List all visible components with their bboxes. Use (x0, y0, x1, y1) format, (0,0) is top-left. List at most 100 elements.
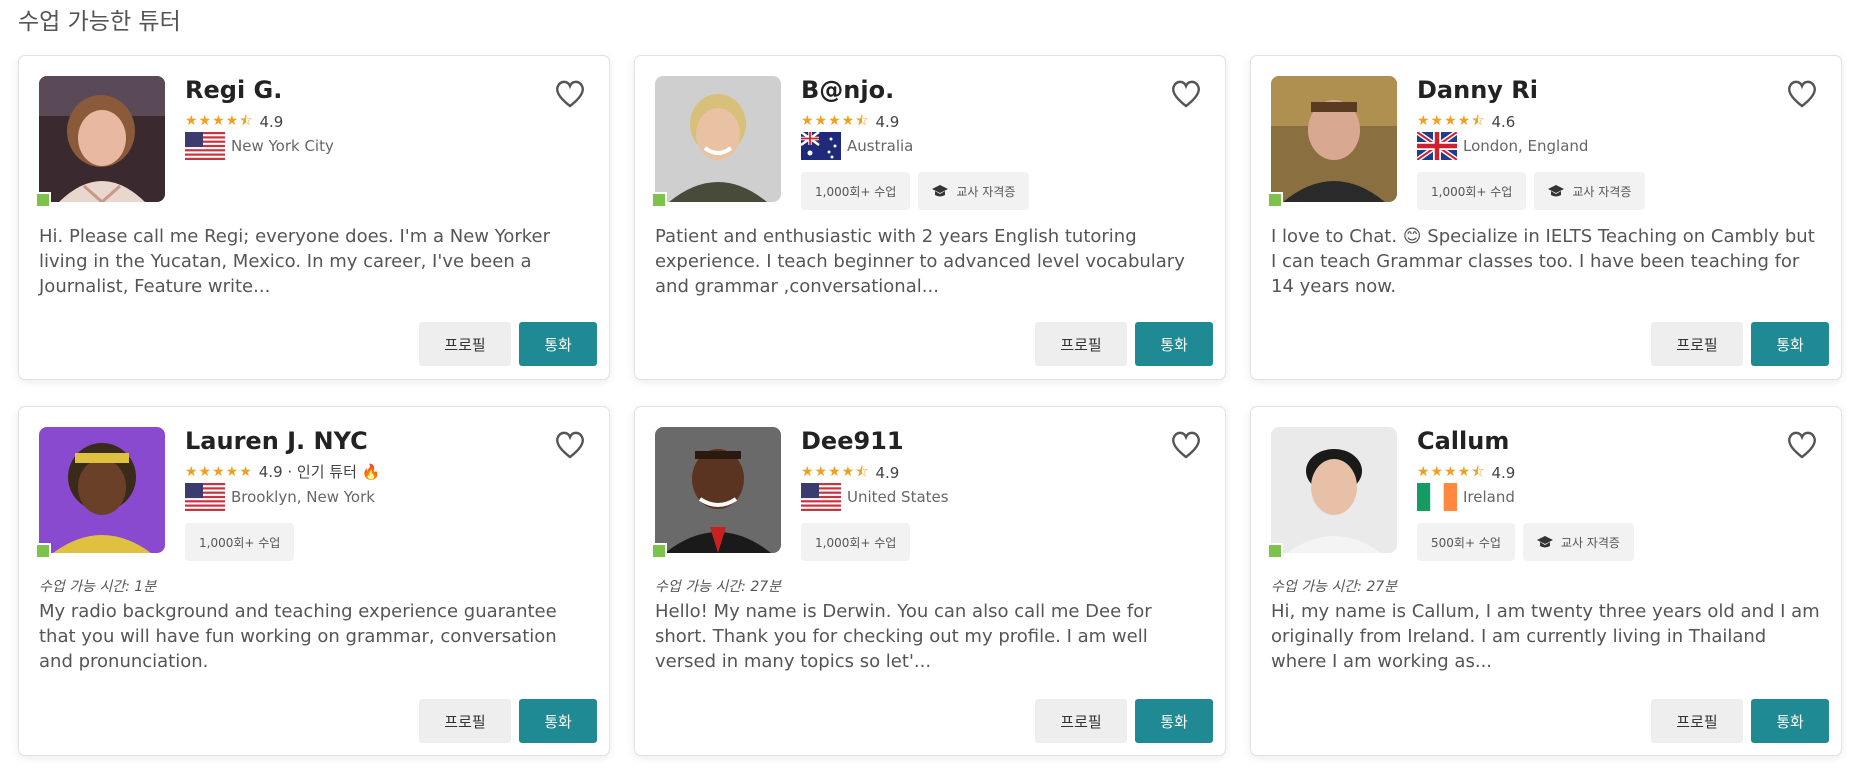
us-flag-icon (185, 483, 225, 511)
location: Ireland (1417, 483, 1515, 511)
rating: ★★★★⯪ 4.9 (185, 110, 283, 134)
location: Brooklyn, New York (185, 483, 375, 511)
location-text: London, England (1463, 137, 1589, 155)
lessons-badge: 500회+ 수업 (1417, 523, 1515, 561)
australia-flag-icon (801, 132, 841, 160)
avatar[interactable] (1271, 427, 1397, 553)
call-button[interactable]: 통화 (519, 699, 597, 743)
tutor-name: Danny Ri (1417, 76, 1538, 104)
rating-value: 4.9 (875, 113, 900, 131)
online-indicator (651, 543, 667, 559)
rating: ★★★★⯪ 4.9 (801, 110, 899, 134)
rating-value: 4.9 (259, 113, 284, 131)
location-text: Australia (847, 137, 914, 155)
favorite-heart-icon[interactable] (1787, 80, 1817, 108)
online-indicator (35, 543, 51, 559)
lessons-badge: 1,000회+ 수업 (801, 523, 911, 561)
ireland-flag-icon (1417, 483, 1457, 511)
tutor-name: Regi G. (185, 76, 283, 104)
call-button[interactable]: 통화 (1135, 322, 1213, 366)
profile-button[interactable]: 프로필 (1035, 699, 1127, 743)
favorite-heart-icon[interactable] (1171, 80, 1201, 108)
profile-button[interactable]: 프로필 (1651, 322, 1743, 366)
rating: ★★★★★ 4.9 · 인기 튜터 🔥 (185, 461, 380, 482)
call-button[interactable]: 통화 (1135, 699, 1213, 743)
avatar[interactable] (1271, 76, 1397, 202)
rating-value: 4.6 (1491, 113, 1516, 131)
location-text: Ireland (1463, 488, 1515, 506)
tutor-card: Danny Ri ★★★★⯪ 4.6 London, England 1,000… (1250, 55, 1842, 380)
star-rating-icon: ★★★★⯪ (1417, 113, 1486, 129)
tutor-card: Dee911 ★★★★⯪ 4.9 United States 1,000회+ 수… (634, 406, 1226, 756)
graduation-cap-icon (932, 185, 949, 197)
lessons-badge: 1,000회+ 수업 (801, 172, 911, 210)
tutor-description: Hi. Please call me Regi; everyone does. … (39, 226, 551, 297)
favorite-heart-icon[interactable] (555, 431, 585, 459)
lessons-badge: 1,000회+ 수업 (185, 523, 295, 561)
tutor-description: Hi, my name is Callum, I am twenty three… (1271, 601, 1820, 672)
online-indicator (1267, 192, 1283, 208)
online-indicator (1267, 543, 1283, 559)
profile-button[interactable]: 프로필 (419, 322, 511, 366)
graduation-cap-icon (1548, 185, 1565, 197)
tutor-description: I love to Chat. 😊 Specialize in IELTS Te… (1271, 226, 1815, 297)
avatar[interactable] (39, 76, 165, 202)
profile-button[interactable]: 프로필 (419, 699, 511, 743)
avatar[interactable] (655, 427, 781, 553)
rating-value: 4.9 (875, 464, 900, 482)
star-rating-icon: ★★★★★ (185, 463, 253, 480)
star-rating-icon: ★★★★⯪ (801, 113, 870, 129)
star-rating-icon: ★★★★⯪ (1417, 464, 1486, 480)
tutor-name: Callum (1417, 427, 1510, 455)
page-title: 수업 가능한 튜터 (18, 9, 181, 35)
availability-text: 수업 가능 시간: 1분 (39, 579, 157, 595)
tutor-card: Regi G. ★★★★⯪ 4.9 New York City Hi. Plea… (18, 55, 610, 380)
location: London, England (1417, 132, 1588, 160)
tutor-name: Dee911 (801, 427, 904, 455)
certificate-badge: 교사 자격증 (1522, 523, 1634, 561)
tutor-description: My radio background and teaching experie… (39, 601, 557, 672)
tutor-card: B@njo. ★★★★⯪ 4.9 Australia 1,000회+ 수업 교사… (634, 55, 1226, 380)
badge-list: 1,000회+ 수업 (801, 523, 911, 561)
tutor-description: Hello! My name is Derwin. You can also c… (655, 601, 1152, 672)
tutor-card: Callum ★★★★⯪ 4.9 Ireland 500회+ 수업 교사 자격증… (1250, 406, 1842, 756)
rating: ★★★★⯪ 4.6 (1417, 110, 1515, 134)
rating: ★★★★⯪ 4.9 (801, 461, 899, 485)
location: New York City (185, 132, 334, 160)
availability-text: 수업 가능 시간: 27분 (655, 579, 782, 595)
favorite-heart-icon[interactable] (1787, 431, 1817, 459)
uk-flag-icon (1417, 132, 1457, 160)
location: United States (801, 483, 949, 511)
avatar[interactable] (655, 76, 781, 202)
call-button[interactable]: 통화 (1751, 699, 1829, 743)
star-rating-icon: ★★★★⯪ (185, 113, 254, 129)
star-rating-icon: ★★★★⯪ (801, 464, 870, 480)
certificate-badge: 교사 자격증 (1534, 172, 1646, 210)
favorite-heart-icon[interactable] (1171, 431, 1201, 459)
tutor-card: Lauren J. NYC ★★★★★ 4.9 · 인기 튜터 🔥 Brookl… (18, 406, 610, 756)
rating-value: 4.9 (1491, 464, 1516, 482)
online-indicator (651, 192, 667, 208)
us-flag-icon (185, 132, 225, 160)
certificate-badge: 교사 자격증 (918, 172, 1030, 210)
location-text: United States (847, 488, 949, 506)
graduation-cap-icon (1536, 536, 1553, 548)
badge-list: 1,000회+ 수업 교사 자격증 (801, 172, 1030, 210)
call-button[interactable]: 통화 (519, 322, 597, 366)
location-text: Brooklyn, New York (231, 488, 375, 506)
avatar[interactable] (39, 427, 165, 553)
location-text: New York City (231, 137, 334, 155)
tutor-description: Patient and enthusiastic with 2 years En… (655, 226, 1185, 297)
location: Australia (801, 132, 913, 160)
online-indicator (35, 192, 51, 208)
profile-button[interactable]: 프로필 (1035, 322, 1127, 366)
badge-list: 500회+ 수업 교사 자격증 (1417, 523, 1634, 561)
rating: ★★★★⯪ 4.9 (1417, 461, 1515, 485)
tutor-name: Lauren J. NYC (185, 427, 368, 455)
badge-list: 1,000회+ 수업 교사 자격증 (1417, 172, 1646, 210)
profile-button[interactable]: 프로필 (1651, 699, 1743, 743)
availability-text: 수업 가능 시간: 27분 (1271, 579, 1398, 595)
call-button[interactable]: 통화 (1751, 322, 1829, 366)
favorite-heart-icon[interactable] (555, 80, 585, 108)
lessons-badge: 1,000회+ 수업 (1417, 172, 1527, 210)
